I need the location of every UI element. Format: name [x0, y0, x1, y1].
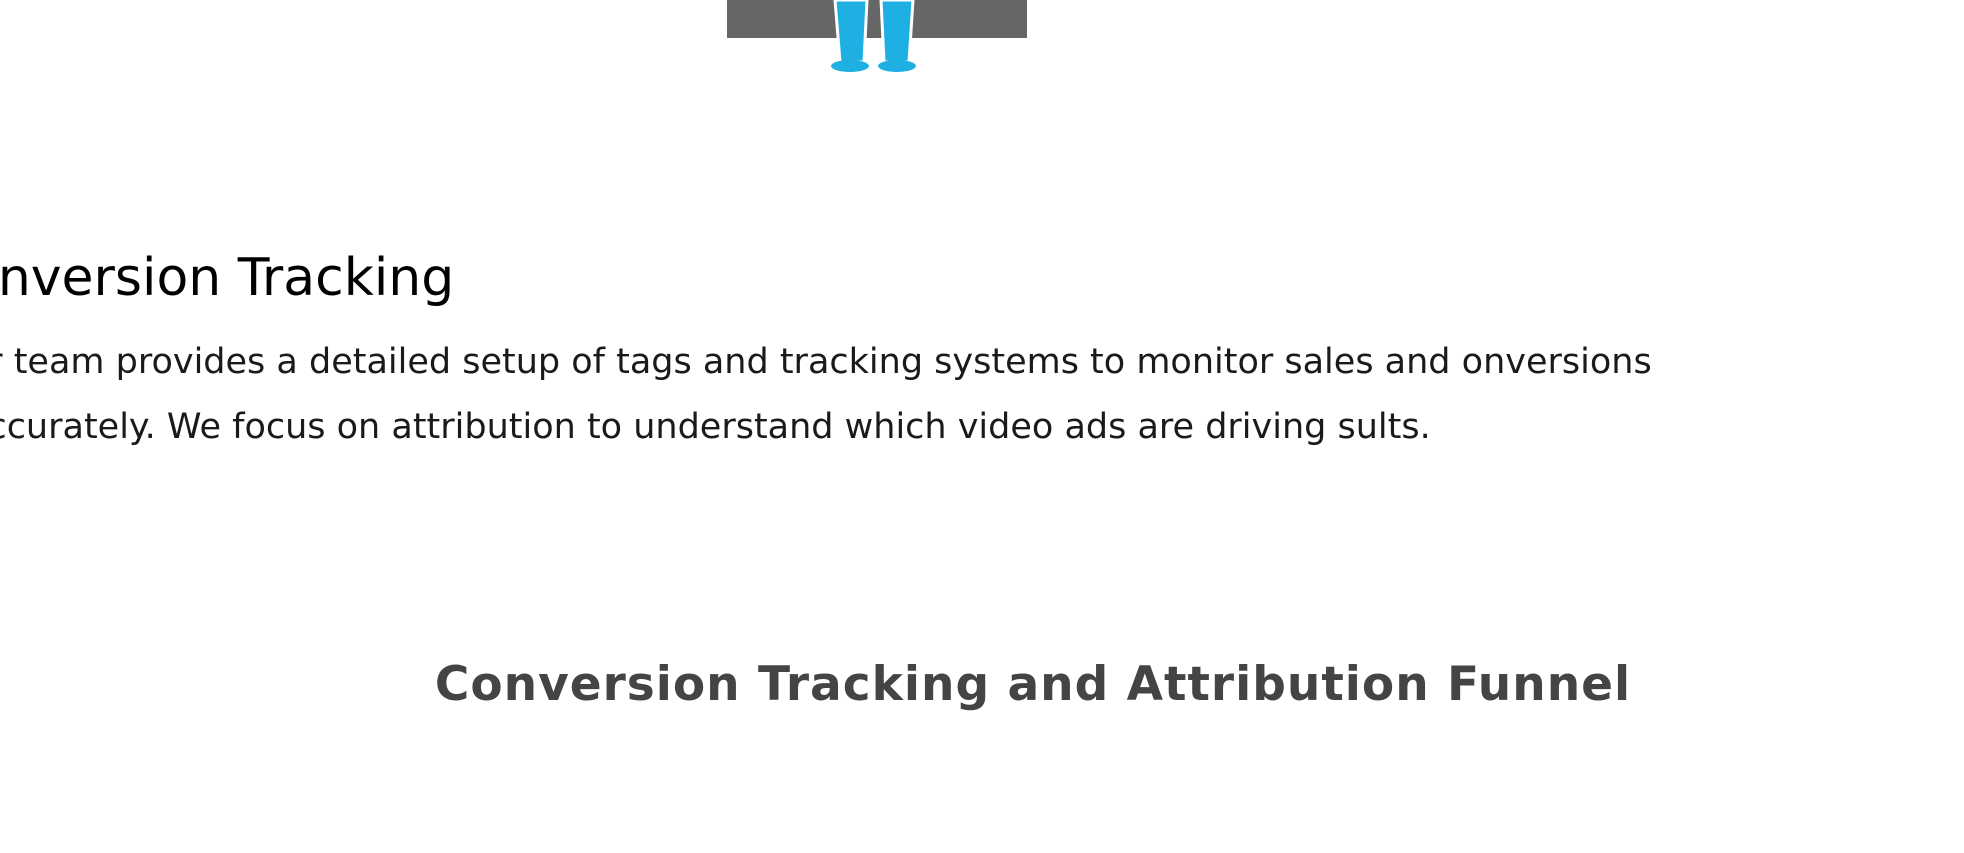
left-shoe-shape [831, 60, 869, 72]
left-leg-shape [833, 0, 869, 64]
section-body-text: ur team provides a detailed setup of tag… [0, 342, 1652, 447]
right-shoe-shape [878, 60, 916, 72]
section-title: onversion Tracking [0, 248, 455, 308]
person-standing-at-desk-illustration [727, 0, 1027, 80]
right-leg-shape [879, 0, 915, 64]
funnel-title: Conversion Tracking and Attribution Funn… [434, 657, 1632, 712]
desk-shape [727, 0, 1027, 38]
illustration-svg [727, 0, 1027, 72]
